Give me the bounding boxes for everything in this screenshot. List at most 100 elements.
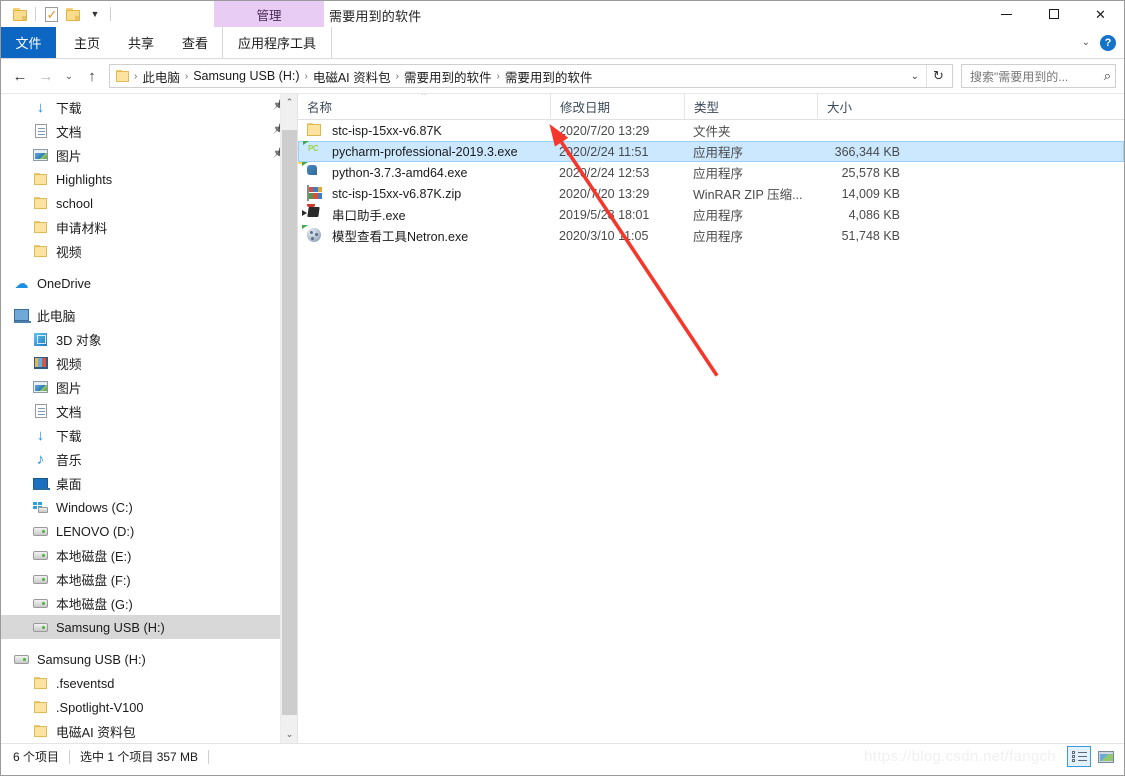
- sidebar-item-3d对象[interactable]: 3D 对象: [1, 327, 297, 351]
- status-bar: 6 个项目 选中 1 个项目 357 MB https://blog.csdn.…: [1, 743, 1124, 769]
- download-icon: ↓: [36, 98, 45, 116]
- folder-icon[interactable]: [62, 4, 84, 24]
- column-header-name[interactable]: 名称 ⌃: [298, 94, 550, 119]
- sidebar-item-samsungusbh[interactable]: Samsung USB (H:): [1, 647, 297, 671]
- context-tab-group-text: 管理: [256, 8, 282, 23]
- column-header-size[interactable]: 大小: [817, 94, 909, 119]
- window-title: 需要用到的软件: [329, 9, 422, 24]
- scrollbar-thumb[interactable]: [282, 130, 297, 715]
- sidebar-item-label: 视频: [56, 244, 82, 260]
- sidebar-item-highlights[interactable]: Highlights: [1, 167, 297, 191]
- sidebar-item-本地磁盘e[interactable]: 本地磁盘 (E:): [1, 543, 297, 567]
- table-row[interactable]: PC pycharm-professional-2019.3.exe 2020/2/…: [298, 141, 1124, 162]
- folder-icon: [32, 699, 49, 716]
- sidebar-item-label: .fseventsd: [56, 675, 115, 691]
- status-divider-1: [69, 749, 71, 764]
- details-view-button[interactable]: [1067, 746, 1091, 767]
- cell-name: 串口助手.exe: [298, 204, 550, 225]
- refresh-button[interactable]: ↻: [926, 65, 950, 87]
- cell-name: 模型查看工具Netron.exe: [298, 225, 550, 246]
- sidebar-item-音乐[interactable]: ♪ 音乐: [1, 447, 297, 471]
- navigation-tree: ↓ 下载 📌 文档 📌 图片 📌 Highlights school 申请材料视频 ☁ OneDriv…: [1, 94, 297, 743]
- close-button[interactable]: ✕: [1077, 1, 1124, 27]
- sidebar-item-电磁ai资料包[interactable]: 电磁AI 资料包: [1, 719, 297, 743]
- tab-file[interactable]: 文件: [1, 27, 56, 58]
- back-button[interactable]: ←: [7, 63, 33, 89]
- sidebar-item-本地磁盘f[interactable]: 本地磁盘 (F:): [1, 567, 297, 591]
- tab-home[interactable]: 主页: [60, 27, 114, 58]
- sidebar-item-桌面[interactable]: 桌面: [1, 471, 297, 495]
- forward-button[interactable]: →: [33, 63, 59, 89]
- desktop-icon: [32, 475, 50, 492]
- cell-date: 2020/7/20 13:29: [559, 123, 650, 138]
- sidebar-item-图片[interactable]: 图片 📌: [1, 143, 297, 167]
- help-icon[interactable]: ?: [1100, 34, 1116, 51]
- new-folder-icon[interactable]: [9, 4, 31, 24]
- large-icons-view-button[interactable]: [1094, 746, 1118, 767]
- breadcrumb-item-3[interactable]: 需要用到的软件: [400, 67, 496, 86]
- sidebar-item-spotlight-v100[interactable]: .Spotlight-V100: [1, 695, 297, 719]
- tab-view[interactable]: 查看: [168, 27, 222, 58]
- sidebar-item-文档[interactable]: 文档: [1, 399, 297, 423]
- sidebar-item-此电脑[interactable]: 此电脑: [1, 303, 297, 327]
- customize-caret-icon[interactable]: ▼: [84, 4, 106, 24]
- sidebar-item-本地磁盘g[interactable]: 本地磁盘 (G:): [1, 591, 297, 615]
- sidebar-item-文档[interactable]: 文档 📌: [1, 119, 297, 143]
- breadcrumb-item-2[interactable]: 电磁AI 资料包: [309, 67, 395, 86]
- drive-icon: [32, 547, 49, 564]
- sidebar-item-samsungusbh[interactable]: Samsung USB (H:): [1, 615, 297, 639]
- maximize-button[interactable]: [1030, 1, 1077, 27]
- minimize-button[interactable]: [983, 1, 1030, 27]
- column-header-type[interactable]: 类型: [684, 94, 817, 119]
- sidebar-item-label: 图片: [56, 148, 82, 164]
- file-explorer-window: ✓ ▼ 管理 需要用到的软件 ✕ 文件 主页 共享 查看 应用程序工具 ⌄ ? …: [0, 0, 1125, 776]
- scroll-down-arrow-icon[interactable]: ⌄: [281, 726, 297, 743]
- table-row[interactable]: stc-isp-15xx-v6.87K.zip 2020/7/20 13:29 Wi…: [298, 183, 1124, 204]
- breadcrumb-item-1[interactable]: Samsung USB (H:): [189, 69, 303, 83]
- file-name-label: pycharm-professional-2019.3.exe: [332, 144, 518, 159]
- breadcrumb-item-0[interactable]: 此电脑: [138, 67, 184, 86]
- sidebar-item-label: 文档: [56, 404, 82, 420]
- breadcrumb-item-4[interactable]: 需要用到的软件: [501, 67, 597, 86]
- breadcrumb[interactable]: › 此电脑 › Samsung USB (H:) › 电磁AI 资料包 › 需要…: [109, 64, 953, 88]
- sidebar-item-school[interactable]: school: [1, 191, 297, 215]
- drive-icon: [13, 651, 30, 668]
- sidebar-item-申请材料[interactable]: 申请材料: [1, 215, 297, 239]
- tab-application-tools[interactable]: 应用程序工具: [222, 27, 333, 58]
- sidebar-item-下载[interactable]: ↓ 下载 📌: [1, 95, 297, 119]
- cell-type: WinRAR ZIP 压缩...: [693, 188, 803, 202]
- chevron-down-icon[interactable]: ⌄: [1082, 37, 1090, 48]
- view-mode-buttons: [1067, 746, 1118, 767]
- search-input[interactable]: 搜索"需要用到的...: [970, 68, 1104, 85]
- sidebar-item-lenovod[interactable]: LENOVO (D:): [1, 519, 297, 543]
- download-icon: ↓: [36, 426, 45, 444]
- file-rows: stc-isp-15xx-v6.87K 2020/7/20 13:29 文件夹 PC p…: [298, 120, 1124, 246]
- up-button[interactable]: ↑: [79, 63, 105, 89]
- tab-share[interactable]: 共享: [114, 27, 168, 58]
- sidebar-item-label: 图片: [56, 380, 82, 396]
- cell-type: 应用程序: [693, 167, 744, 181]
- table-row[interactable]: stc-isp-15xx-v6.87K 2020/7/20 13:29 文件夹: [298, 120, 1124, 141]
- file-name-label: stc-isp-15xx-v6.87K: [332, 123, 442, 138]
- table-row[interactable]: python-3.7.3-amd64.exe 2020/2/24 12:53 应用程…: [298, 162, 1124, 183]
- column-header-date[interactable]: 修改日期: [550, 94, 684, 119]
- sidebar-item-windowsc[interactable]: Windows (C:): [1, 495, 297, 519]
- sidebar-item-label: 申请材料: [56, 220, 108, 236]
- chevron-down-icon: ⌄: [64, 70, 74, 82]
- sidebar-item-视频[interactable]: 视频: [1, 351, 297, 375]
- table-row[interactable]: 串口助手.exe 2019/5/28 18:01 应用程序 4,086 KB: [298, 204, 1124, 225]
- recent-locations-button[interactable]: ⌄: [59, 63, 79, 89]
- search-box[interactable]: 搜索"需要用到的... ⌕: [961, 64, 1116, 88]
- address-dropdown-icon[interactable]: ⌄: [904, 71, 926, 82]
- scroll-up-arrow-icon[interactable]: ⌃: [281, 94, 297, 111]
- sidebar-item-onedrive[interactable]: ☁ OneDrive: [1, 271, 297, 295]
- sidebar-item-fseventsd[interactable]: .fseventsd: [1, 671, 297, 695]
- window-controls: ✕: [983, 1, 1124, 27]
- table-row[interactable]: 模型查看工具Netron.exe 2020/3/10 11:05 应用程序 51,74…: [298, 225, 1124, 246]
- windows-drive-icon: [32, 499, 49, 516]
- sidebar-item-下载[interactable]: ↓ 下载: [1, 423, 297, 447]
- properties-icon[interactable]: ✓: [40, 4, 62, 24]
- sidebar-item-图片[interactable]: 图片: [1, 375, 297, 399]
- sidebar-item-视频[interactable]: 视频: [1, 239, 297, 263]
- navigation-pane-scrollbar[interactable]: ⌃ ⌄: [280, 94, 297, 743]
